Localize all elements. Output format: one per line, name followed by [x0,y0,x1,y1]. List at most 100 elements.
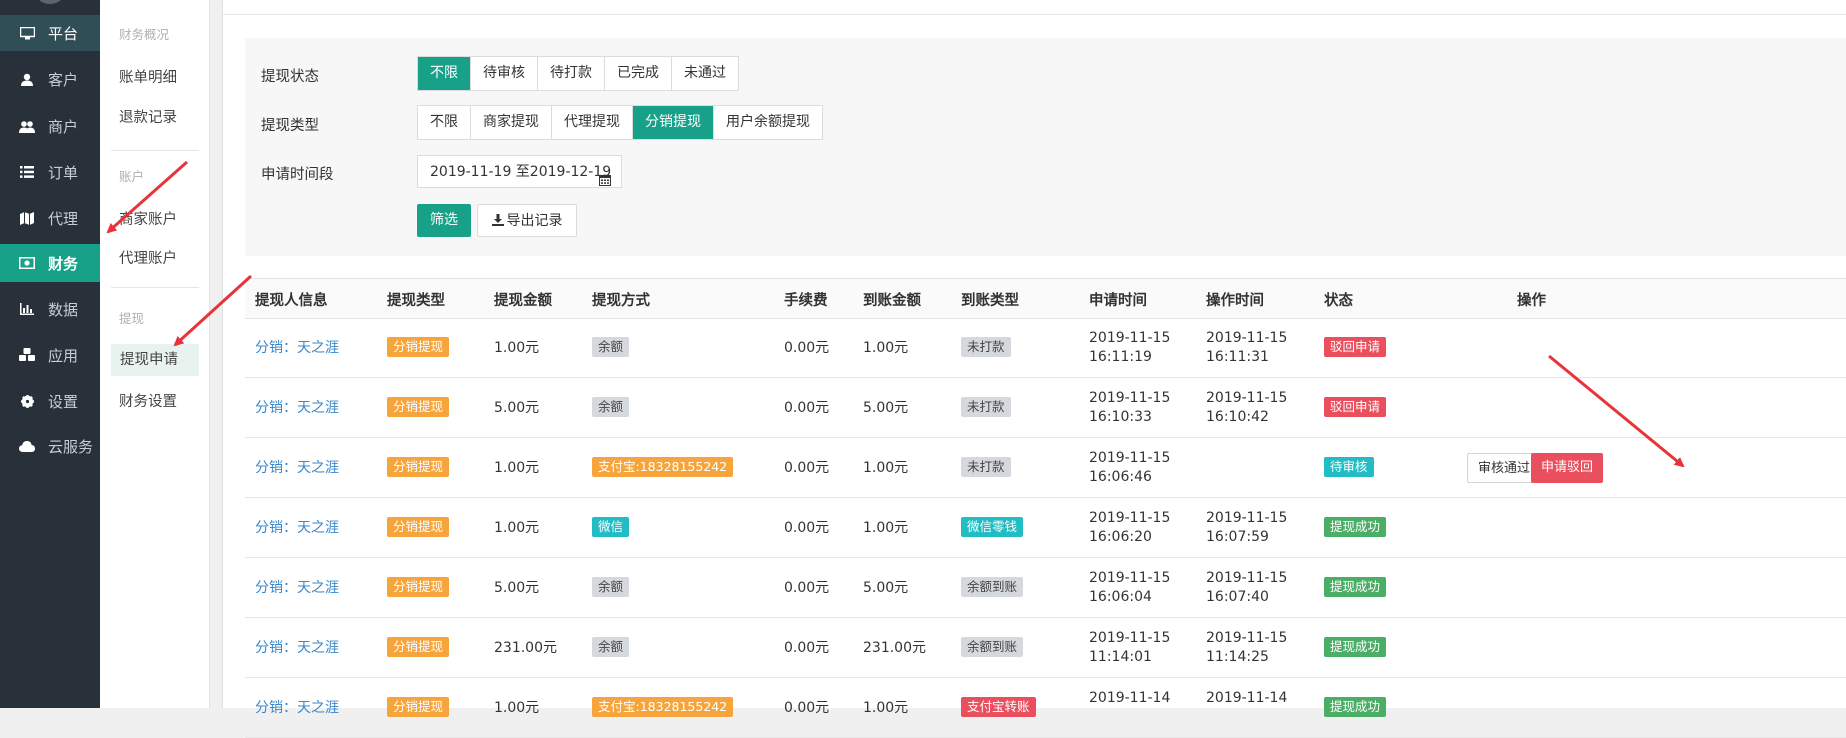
op-date: 2019-11-14 [1206,690,1288,706]
op-date: 2019-11-15 [1206,390,1288,406]
received: 231.00元 [863,640,926,656]
sidebar-item-merchant[interactable]: 商户 [0,108,100,144]
col-fee: 手续费 [784,293,828,309]
amount: 1.00元 [494,460,540,476]
status-option-pending-payment[interactable]: 待打款 [538,57,605,90]
op-time: 11:14:25 [1206,649,1269,665]
received: 1.00元 [863,340,909,356]
submenu-group-title: 提现 [119,311,145,326]
col-amount: 提现金额 [494,293,552,309]
col-apply-time: 申请时间 [1089,293,1147,309]
person-link[interactable]: 分销：天之涯 [255,457,339,477]
op-date: 2019-11-15 [1206,510,1288,526]
table-row: 分销：天之涯 分销提现 5.00元 余额 0.00元 5.00元 未打款 201… [245,378,1846,438]
submenu-item-merchant-account[interactable]: 商家账户 [119,208,177,229]
finance-submenu: 财务概况 账单明细 退款记录 账户 商家账户 代理账户 提现 提现申请 财务设置 [100,0,210,708]
main-content: 提现状态 不限 待审核 待打款 已完成 未通过 提现类型 不限 商家提现 代理提… [222,0,1846,738]
method-tag: 支付宝:18328155242 [592,697,734,717]
apply-time: 11:14:01 [1089,649,1152,665]
person-link[interactable]: 分销：天之涯 [255,517,339,537]
status-badge: 驳回申请 [1324,337,1387,357]
apply-date: 2019-11-15 [1089,630,1171,646]
avatar[interactable] [33,0,67,4]
table-row: 分销：天之涯 分销提现 1.00元 余额 0.00元 1.00元 未打款 201… [245,318,1846,378]
type-filter-group: 不限 商家提现 代理提现 分销提现 用户余额提现 [417,105,823,140]
apply-date: 2019-11-15 [1089,450,1171,466]
submenu-item-refund[interactable]: 退款记录 [119,106,177,127]
submenu-item-agent-account[interactable]: 代理账户 [119,247,177,268]
status-option-all[interactable]: 不限 [418,57,471,90]
status-badge: 待审核 [1324,457,1374,477]
op-time: 16:07:40 [1206,589,1269,605]
method-tag: 微信 [592,517,630,537]
status-badge: 提现成功 [1324,517,1387,537]
fee: 0.00元 [784,460,830,476]
apply-date: 2019-11-15 [1089,510,1171,526]
download-icon [491,206,504,239]
person-link[interactable]: 分销：天之涯 [255,337,339,357]
submenu-item-finance-settings[interactable]: 财务设置 [119,390,177,411]
sidebar-item-label: 数据 [48,300,79,319]
fee: 0.00元 [784,340,830,356]
person-link[interactable]: 分销：天之涯 [255,397,339,417]
filter-panel: 提现状态 不限 待审核 待打款 已完成 未通过 提现类型 不限 商家提现 代理提… [245,38,1846,256]
status-option-rejected[interactable]: 未通过 [672,57,738,90]
amount: 1.00元 [494,700,540,716]
sidebar-item-label: 应用 [48,346,79,365]
type-option-all[interactable]: 不限 [418,106,471,139]
amount: 1.00元 [494,340,540,356]
apply-date: 2019-11-15 [1089,570,1171,586]
received: 5.00元 [863,400,909,416]
approve-button[interactable]: 审核通过 [1467,453,1542,483]
person-link[interactable]: 分销：天之涯 [255,637,339,657]
method-tag: 余额 [592,397,630,417]
submenu-item-withdraw-apply[interactable]: 提现申请 [111,344,199,376]
type-option-agent[interactable]: 代理提现 [552,106,633,139]
table-row: 分销：天之涯 分销提现 231.00元 余额 0.00元 231.00元 余额到… [245,618,1846,678]
amount: 5.00元 [494,580,540,596]
col-recv-type: 到账类型 [961,293,1019,309]
sidebar-item-label: 平台 [48,24,79,43]
reject-button[interactable]: 申请驳回 [1531,453,1604,483]
apply-date: 2019-11-14 [1089,690,1171,706]
type-tag: 分销提现 [387,577,450,597]
divider [111,287,199,288]
user-icon [18,70,36,88]
sidebar-item-customer[interactable]: 客户 [0,61,100,97]
type-tag: 分销提现 [387,457,450,477]
table-header: 提现人信息 提现类型 提现金额 提现方式 手续费 到账金额 到账类型 申请时间 … [245,278,1846,319]
table-row: 分销：天之涯 分销提现 1.00元 支付宝:18328155242 0.00元 … [245,678,1846,738]
table-row: 分销：天之涯 分销提现 1.00元 微信 0.00元 1.00元 微信零钱 20… [245,498,1846,558]
op-date: 2019-11-15 [1206,630,1288,646]
export-button[interactable]: 导出记录 [477,204,577,237]
sidebar-item-data[interactable]: 数据 [0,291,100,327]
type-option-user-balance[interactable]: 用户余额提现 [714,106,822,139]
submenu-group-title: 账户 [119,169,145,184]
sidebar-item-cloud[interactable]: 云服务 [0,428,100,464]
status-option-completed[interactable]: 已完成 [605,57,672,90]
status-filter-label: 提现状态 [261,69,319,85]
date-range-input[interactable]: 2019-11-19 至2019-12-19 [417,155,622,188]
person-link[interactable]: 分销：天之涯 [255,697,339,717]
filter-button[interactable]: 筛选 [417,204,471,237]
list-icon [18,163,36,181]
sidebar-item-label: 财务 [48,254,79,273]
sidebar-item-agent[interactable]: 代理 [0,200,100,236]
sidebar-item-settings[interactable]: 设置 [0,383,100,419]
type-option-merchant[interactable]: 商家提现 [471,106,552,139]
status-option-pending-review[interactable]: 待审核 [471,57,538,90]
sidebar-item-apps[interactable]: 应用 [0,337,100,373]
bar-chart-icon [18,300,36,318]
export-button-label: 导出记录 [506,213,563,229]
sidebar-item-platform[interactable]: 平台 [0,15,100,51]
table-row: 分销：天之涯 分销提现 5.00元 余额 0.00元 5.00元 余额到账 20… [245,558,1846,618]
sidebar-item-label: 订单 [48,163,79,182]
sidebar-item-order[interactable]: 订单 [0,154,100,190]
sidebar-item-finance[interactable]: 财务 [0,244,100,282]
fee: 0.00元 [784,400,830,416]
type-option-distribution[interactable]: 分销提现 [633,106,714,139]
type-tag: 分销提现 [387,697,450,717]
person-link[interactable]: 分销：天之涯 [255,577,339,597]
recv-type-tag: 余额到账 [961,637,1024,657]
submenu-item-bill[interactable]: 账单明细 [119,66,177,87]
